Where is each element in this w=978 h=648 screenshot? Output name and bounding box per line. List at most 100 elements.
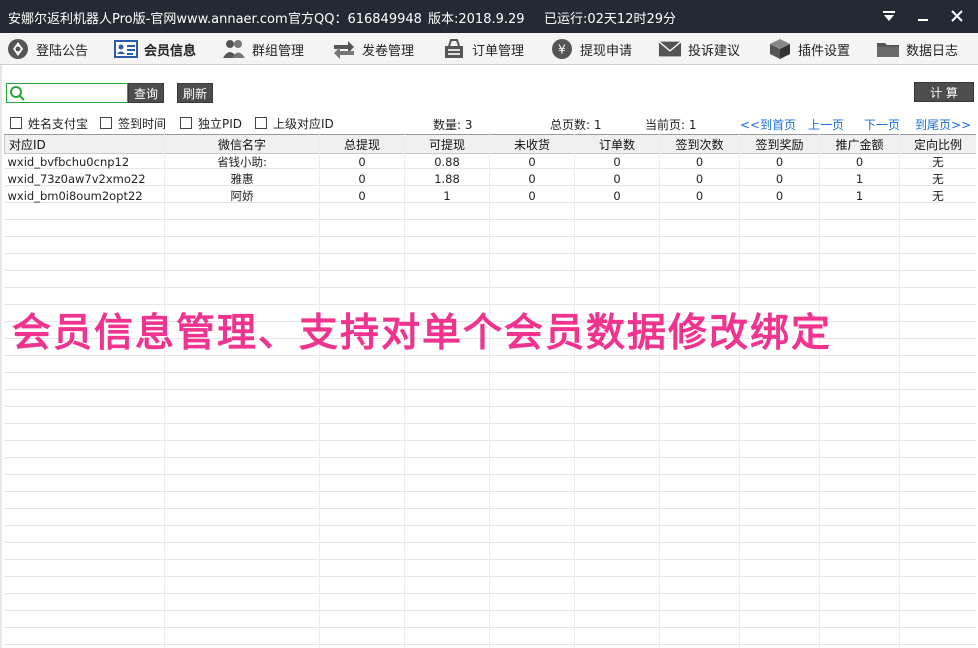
- col-header-promo-amount[interactable]: 推广金额: [819, 134, 900, 154]
- cell-wechat-name: 省钱小助:: [164, 153, 320, 171]
- search-input[interactable]: [27, 85, 125, 101]
- current-page: 当前页: 1: [645, 118, 697, 132]
- nav-member-info[interactable]: 会员信息: [114, 33, 196, 65]
- close-icon: [951, 10, 963, 22]
- cell-unreceived: 0: [489, 153, 575, 171]
- cell-available: 0.88: [404, 153, 490, 171]
- col-header-unreceived[interactable]: 未收货: [489, 134, 575, 154]
- table-row[interactable]: wxid_bm0i8oum2opt22 阿娇 0 1 0 0 0 0 1 无: [4, 187, 976, 205]
- first-page-link[interactable]: <<到首页: [740, 116, 796, 133]
- nav-data-log[interactable]: 数据日志: [876, 33, 958, 65]
- nav-label: 会员信息: [144, 43, 197, 59]
- checkbox[interactable]: [10, 117, 22, 129]
- nav-label: 群组管理: [252, 43, 305, 59]
- cell-sign-count: 0: [659, 153, 740, 171]
- nav-group-manage[interactable]: 群组管理: [222, 33, 304, 65]
- cube-icon: [768, 37, 792, 61]
- col-header-wechat-name[interactable]: 微信名字: [164, 134, 320, 154]
- query-button[interactable]: 查询: [128, 83, 164, 103]
- nav-label: 数据日志: [906, 43, 959, 59]
- mail-icon: [658, 37, 682, 61]
- cell-ratio: 无: [899, 170, 976, 188]
- nav-label: 插件设置: [798, 43, 851, 59]
- nav-label: 提现申请: [580, 43, 633, 59]
- total-pages: 总页数: 1: [550, 118, 602, 132]
- cart-icon: [442, 37, 466, 61]
- cell-total-withdraw: 0: [319, 187, 405, 205]
- table-header-row: 对应ID 微信名字 总提现 可提现 未收货 订单数 签到次数 签到奖励 推广金额…: [4, 134, 976, 154]
- cell-total-withdraw: 0: [319, 170, 405, 188]
- dropdown-arrow-icon: [883, 11, 895, 21]
- folder-icon: [876, 37, 900, 61]
- cell-available: 1: [404, 187, 490, 205]
- menu-dropdown-button[interactable]: [876, 4, 902, 28]
- cell-id: wxid_bvfbchu0cnp12: [4, 153, 165, 171]
- refresh-button[interactable]: 刷新: [177, 83, 213, 103]
- checkbox[interactable]: [255, 117, 267, 129]
- filter-sign-time[interactable]: 签到时间: [100, 116, 167, 131]
- cell-promo-amount: 0: [819, 153, 900, 171]
- minimize-icon: [918, 19, 928, 21]
- col-header-available[interactable]: 可提现: [404, 134, 490, 154]
- prev-page-link[interactable]: 上一页: [808, 116, 844, 133]
- cell-orders: 0: [574, 170, 660, 188]
- minimize-button[interactable]: [910, 4, 936, 28]
- next-page-link[interactable]: 下一页: [864, 116, 900, 133]
- nav-coupon-manage[interactable]: 发卷管理: [332, 33, 414, 65]
- filter-name-alipay[interactable]: 姓名支付宝: [10, 116, 89, 131]
- col-header-sign-reward[interactable]: 签到奖励: [739, 134, 820, 154]
- cell-total-withdraw: 0: [319, 153, 405, 171]
- exchange-icon: [332, 37, 356, 61]
- nav-label: 投诉建议: [688, 43, 741, 59]
- checkbox[interactable]: [100, 117, 112, 129]
- nav-plugin-settings[interactable]: 插件设置: [768, 33, 850, 65]
- cell-promo-amount: 1: [819, 170, 900, 188]
- nav-label: 登陆公告: [36, 43, 89, 59]
- filter-label: 姓名支付宝: [28, 116, 89, 131]
- promo-caption: 会员信息管理、支持对单个会员数据修改绑定: [12, 311, 833, 356]
- cell-sign-reward: 0: [739, 153, 820, 171]
- svg-text:¥: ¥: [558, 43, 566, 57]
- nav-complaint[interactable]: 投诉建议: [658, 33, 740, 65]
- col-header-total-withdraw[interactable]: 总提现: [319, 134, 405, 154]
- official-qq: 官方QQ：616849948: [288, 12, 422, 27]
- checkbox[interactable]: [180, 117, 192, 129]
- col-header-orders[interactable]: 订单数: [574, 134, 660, 154]
- close-button[interactable]: [944, 4, 970, 28]
- cell-sign-count: 0: [659, 187, 740, 205]
- table-row[interactable]: wxid_bvfbchu0cnp12 省钱小助: 0 0.88 0 0 0 0 …: [4, 153, 976, 171]
- left-border: [0, 65, 2, 648]
- cell-id: wxid_73z0aw7v2xmo22: [4, 170, 165, 188]
- cell-id: wxid_bm0i8oum2opt22: [4, 187, 165, 205]
- nav-label: 订单管理: [472, 43, 525, 59]
- filter-parent-id[interactable]: 上级对应ID: [255, 116, 334, 131]
- group-icon: [222, 37, 246, 61]
- nav-withdraw-request[interactable]: ¥ 提现申请: [550, 33, 632, 65]
- col-header-ratio[interactable]: 定向比例: [899, 134, 976, 154]
- calculate-button[interactable]: 计 算: [914, 82, 974, 102]
- cell-unreceived: 0: [489, 170, 575, 188]
- login-icon: [6, 37, 30, 61]
- yen-icon: ¥: [550, 37, 574, 61]
- col-header-id[interactable]: 对应ID: [4, 134, 165, 154]
- search-icon: [10, 86, 25, 101]
- cell-sign-reward: 0: [739, 170, 820, 188]
- cell-unreceived: 0: [489, 187, 575, 205]
- title-bar: 安娜尔返利机器人Pro版-官网www.annaer.com 官方QQ：61684…: [0, 0, 978, 33]
- cell-orders: 0: [574, 187, 660, 205]
- member-table: 对应ID 微信名字 总提现 可提现 未收货 订单数 签到次数 签到奖励 推广金额…: [4, 134, 976, 648]
- nav-order-manage[interactable]: 订单管理: [442, 33, 524, 65]
- cell-ratio: 无: [899, 187, 976, 205]
- filter-label: 独立PID: [198, 116, 243, 131]
- last-page-link[interactable]: 到尾页>>: [915, 116, 971, 133]
- search-field[interactable]: [6, 83, 128, 103]
- app-title: 安娜尔返利机器人Pro版-官网www.annaer.com: [8, 12, 288, 27]
- cell-sign-count: 0: [659, 170, 740, 188]
- table-row[interactable]: wxid_73z0aw7v2xmo22 雅惠 0 1.88 0 0 0 0 1 …: [4, 170, 976, 188]
- filter-label: 签到时间: [118, 116, 167, 131]
- col-header-sign-count[interactable]: 签到次数: [659, 134, 740, 154]
- cell-wechat-name: 雅惠: [164, 170, 320, 188]
- uptime-label: 已运行:02天12时29分: [544, 12, 677, 27]
- nav-login-notice[interactable]: 登陆公告: [6, 33, 88, 65]
- filter-independent-pid[interactable]: 独立PID: [180, 116, 243, 131]
